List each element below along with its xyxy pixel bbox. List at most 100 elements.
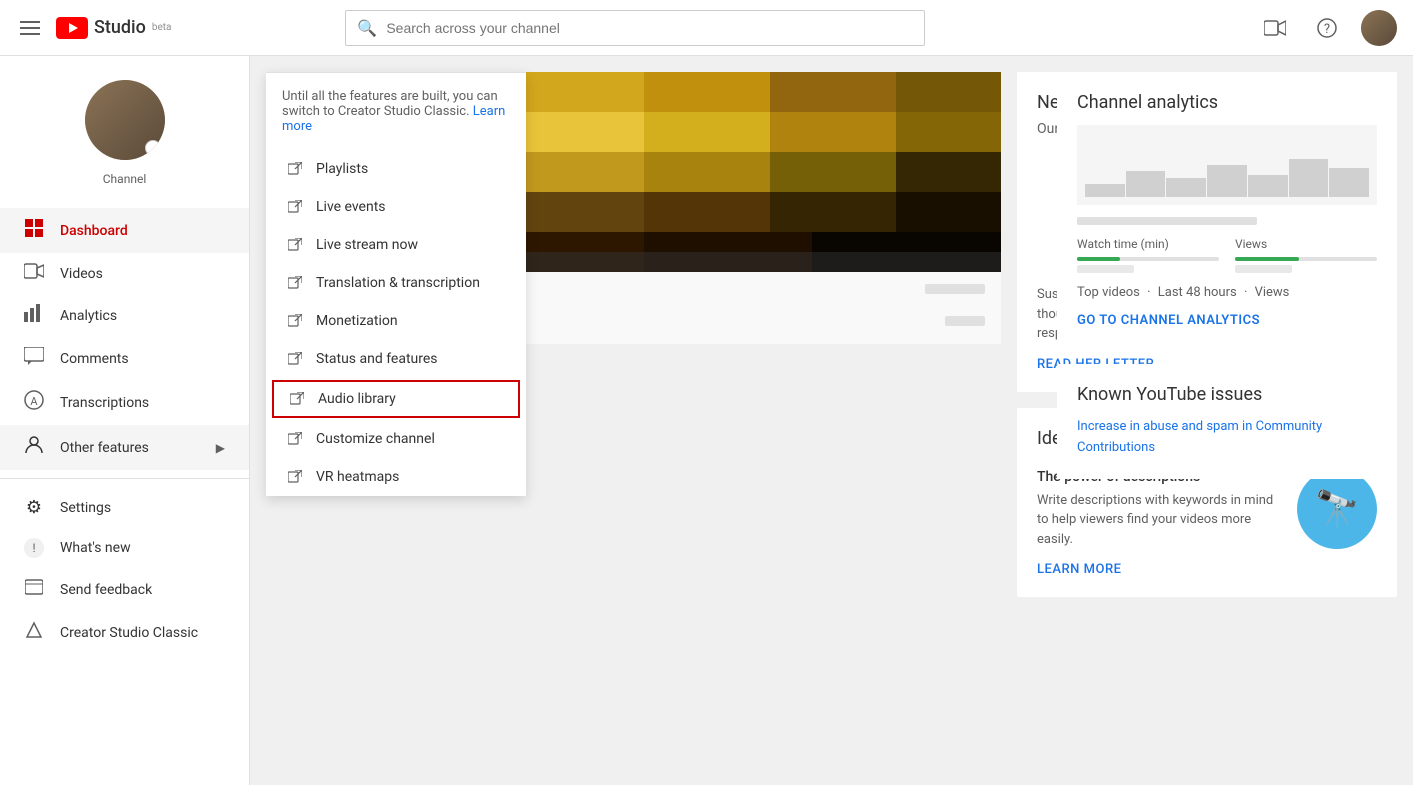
chart-bar-7 [1329, 168, 1369, 197]
create-video-button[interactable] [1257, 10, 1293, 46]
analytics-period: Last 48 hours [1158, 285, 1237, 300]
left-column: Until all the features are built, you ca… [266, 72, 1001, 597]
dropdown-item-status-features[interactable]: Status and features [266, 340, 526, 378]
external-link-icon-9 [286, 468, 304, 486]
whats-new-icon: ! [24, 538, 44, 558]
other-features-icon [24, 435, 44, 460]
logo-text: Studio [94, 17, 146, 38]
dropdown-audio-library-label: Audio library [318, 391, 396, 407]
help-icon: ? [1317, 18, 1337, 38]
comments-label: Comments [60, 351, 129, 367]
known-issues-title: Known YouTube issues [1077, 384, 1377, 405]
nav-divider-1 [0, 478, 249, 479]
comments-icon [24, 347, 44, 370]
dropdown-item-monetization[interactable]: Monetization [266, 302, 526, 340]
analytics-chart [1077, 125, 1377, 205]
dropdown-status-features-label: Status and features [316, 351, 438, 367]
dropdown-vr-heatmaps-label: VR heatmaps [316, 469, 399, 485]
avatar[interactable] [1361, 10, 1397, 46]
settings-icon: ⚙ [24, 497, 44, 518]
dashboard-label: Dashboard [60, 223, 128, 239]
dropdown-item-live-events[interactable]: Live events [266, 188, 526, 226]
chart-bar-1 [1085, 184, 1125, 197]
sidebar-item-other-features[interactable]: Other features ▶ [0, 425, 249, 470]
search-input[interactable] [345, 10, 925, 46]
known-issues-panel: Known YouTube issues Increase in abuse a… [1057, 364, 1397, 479]
external-link-icon-2 [286, 198, 304, 216]
external-link-icon-8 [286, 430, 304, 448]
settings-label: Settings [60, 500, 111, 516]
studio-classic-note: Until all the features are built, you ca… [266, 72, 526, 150]
ideas-item-description: Write descriptions with keywords in mind… [1037, 491, 1285, 550]
ideas-icon: 🔭 [1297, 469, 1377, 549]
creator-studio-classic-icon [24, 621, 44, 644]
sidebar: Channel Dashboard Videos Analytics Comme [0, 56, 250, 785]
hamburger-button[interactable] [16, 17, 44, 39]
sidebar-item-videos[interactable]: Videos [0, 253, 249, 294]
dropdown-translation-label: Translation & transcription [316, 275, 480, 291]
sidebar-item-creator-studio-classic[interactable]: Creator Studio Classic [0, 611, 249, 654]
videos-label: Videos [60, 266, 103, 282]
analytics-label: Analytics [60, 308, 117, 324]
issue-item-1[interactable]: Increase in abuse and spam in Community … [1077, 417, 1377, 459]
video-dropdown-area: Until all the features are built, you ca… [266, 72, 1001, 344]
chart-bar-6 [1289, 159, 1329, 197]
sidebar-item-send-feedback[interactable]: Send feedback [0, 568, 249, 611]
search-bar: 🔍 [345, 10, 925, 46]
external-link-icon-7 [288, 390, 306, 408]
ideas-row: The power of descriptions Write descript… [1037, 469, 1377, 550]
search-wrap: 🔍 [345, 10, 925, 46]
dropdown-item-live-stream-now[interactable]: Live stream now [266, 226, 526, 264]
dropdown-live-events-label: Live events [316, 199, 386, 215]
ideas-text: The power of descriptions Write descript… [1037, 469, 1285, 550]
views-bar-fill [1235, 257, 1299, 261]
dropdown-item-customize-channel[interactable]: Customize channel [266, 420, 526, 458]
videos-icon [24, 263, 44, 284]
watch-time-bar-bg [1077, 257, 1219, 261]
analytics-metric: Views [1255, 285, 1290, 300]
help-button[interactable]: ? [1309, 10, 1345, 46]
youtube-logo-icon [56, 17, 88, 39]
send-feedback-label: Send feedback [60, 582, 152, 598]
sidebar-item-analytics[interactable]: Analytics [0, 294, 249, 337]
analytics-dot-sep: · [1147, 285, 1150, 300]
sidebar-profile: Channel [0, 56, 249, 208]
dropdown-item-audio-library[interactable]: Audio library [272, 380, 520, 418]
profile-avatar[interactable] [85, 80, 165, 160]
logo-beta: beta [152, 22, 172, 33]
header-left: Studio beta [16, 17, 172, 39]
dropdown-item-translation[interactable]: Translation & transcription [266, 264, 526, 302]
sidebar-item-dashboard[interactable]: Dashboard [0, 208, 249, 253]
go-to-channel-analytics-link[interactable]: GO TO CHANNEL ANALYTICS [1077, 313, 1260, 328]
header: Studio beta 🔍 ? [0, 0, 1413, 56]
logo[interactable]: Studio beta [56, 17, 172, 39]
dropdown-item-vr-heatmaps[interactable]: VR heatmaps [266, 458, 526, 496]
analytics-stats: Watch time (min) Views [1077, 237, 1377, 273]
chart-bar-2 [1126, 171, 1166, 197]
svg-text:A: A [30, 395, 38, 408]
analytics-top-videos: Top videos · Last 48 hours · Views [1077, 285, 1377, 300]
external-link-icon-5 [286, 312, 304, 330]
analytics-placeholder-line [1077, 217, 1257, 225]
channel-label: Channel [16, 172, 233, 186]
avatar-image [1361, 10, 1397, 46]
svg-text:?: ? [1324, 22, 1330, 37]
watch-time-label: Watch time (min) [1077, 237, 1219, 251]
dashboard-icon [24, 218, 44, 243]
profile-avatar-image [85, 80, 165, 160]
sidebar-item-settings[interactable]: ⚙ Settings [0, 487, 249, 528]
header-right: ? [1257, 10, 1397, 46]
dropdown-playlists-label: Playlists [316, 161, 368, 177]
chart-bar-4 [1207, 165, 1247, 197]
sidebar-item-comments[interactable]: Comments [0, 337, 249, 380]
video-views-placeholder [925, 284, 985, 294]
ideas-learn-more-link[interactable]: LEARN MORE [1037, 562, 1121, 577]
analytics-title: Channel analytics [1077, 92, 1377, 113]
transcriptions-icon: A [24, 390, 44, 415]
dropdown-item-playlists[interactable]: Playlists [266, 150, 526, 188]
other-features-dropdown: Until all the features are built, you ca… [266, 72, 526, 496]
sidebar-item-whats-new[interactable]: ! What's new [0, 528, 249, 568]
chart-bar-3 [1166, 178, 1206, 197]
other-features-chevron-icon: ▶ [216, 441, 225, 455]
sidebar-item-transcriptions[interactable]: A Transcriptions [0, 380, 249, 425]
